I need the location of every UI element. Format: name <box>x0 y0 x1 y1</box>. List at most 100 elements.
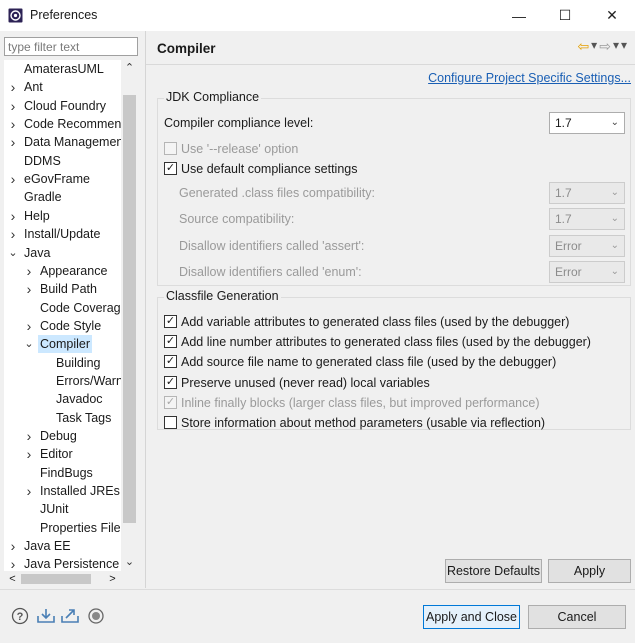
tree-item[interactable]: › Java EE <box>4 537 121 555</box>
collapsed-arrow-icon[interactable]: › <box>24 482 34 500</box>
export-icon[interactable] <box>60 606 80 626</box>
hscrollbar-thumb[interactable] <box>21 574 91 584</box>
tree-item[interactable]: › Editor <box>4 445 121 463</box>
compliance-level-label: Compiler compliance level: <box>164 116 314 130</box>
chevron-down-icon: ⌄ <box>610 187 619 198</box>
page-header: Compiler ⇦ ▾ ⇨ ▾ ▾ <box>146 31 635 65</box>
minimize-button[interactable]: — <box>496 0 542 31</box>
scroll-left-icon[interactable]: < <box>4 571 21 587</box>
collapsed-arrow-icon[interactable]: › <box>8 97 18 115</box>
tree-item[interactable]: › Installed JREs <box>4 482 121 500</box>
tree-item[interactable]: FindBugs <box>4 464 121 482</box>
tree-item[interactable]: ⌄ Compiler <box>4 335 121 354</box>
generated-compat-select[interactable]: 1.7 ⌄ <box>549 182 625 204</box>
source-compat-select[interactable]: 1.7 ⌄ <box>549 208 625 230</box>
scroll-up-icon[interactable]: ⌃ <box>121 60 138 77</box>
checkbox-box: ✓ <box>164 315 177 328</box>
tree-item[interactable]: › Debug <box>4 427 121 445</box>
collapsed-arrow-icon[interactable]: › <box>24 427 34 445</box>
collapsed-arrow-icon[interactable]: › <box>8 555 18 571</box>
source-compat-label: Source compatibility: <box>179 212 295 226</box>
back-dropdown-icon[interactable]: ▾ <box>591 38 597 55</box>
tree-item-label: Debug <box>40 429 77 443</box>
forward-dropdown-icon[interactable]: ▾ <box>613 38 619 55</box>
collapsed-arrow-icon[interactable]: › <box>8 537 18 555</box>
configure-project-settings-link[interactable]: Configure Project Specific Settings... <box>428 71 631 85</box>
tree-item[interactable]: Errors/Warnings <box>4 372 121 390</box>
record-icon[interactable] <box>86 606 106 626</box>
collapsed-arrow-icon[interactable]: › <box>24 445 34 463</box>
apply-button[interactable]: Apply <box>548 559 631 583</box>
svg-text:?: ? <box>17 611 24 623</box>
chevron-down-icon: ⌄ <box>610 266 619 277</box>
tree-item[interactable]: AmaterasUML <box>4 60 121 78</box>
tree-item[interactable]: › eGovFrame <box>4 170 121 188</box>
collapsed-arrow-icon[interactable]: › <box>8 133 18 151</box>
tree-vertical-scrollbar[interactable]: ⌃ ⌄ <box>121 60 138 571</box>
enum-identifier-select[interactable]: Error ⌄ <box>549 261 625 283</box>
tree-item[interactable]: Gradle <box>4 188 121 206</box>
restore-defaults-button[interactable]: Restore Defaults <box>445 559 542 583</box>
collapsed-arrow-icon[interactable]: › <box>24 262 34 280</box>
maximize-button[interactable]: ☐ <box>542 0 588 31</box>
group-title: Classfile Generation <box>164 289 281 303</box>
tree-item[interactable]: Properties Files Editor <box>4 519 121 537</box>
view-menu-icon[interactable]: ▾ <box>621 38 627 55</box>
tree-item[interactable]: › Java Persistence <box>4 555 121 571</box>
forward-arrow-icon[interactable]: ⇨ <box>599 38 611 55</box>
filter-input[interactable] <box>4 37 138 56</box>
expanded-arrow-icon[interactable]: ⌄ <box>24 335 34 353</box>
classfile-generation-group: Classfile Generation ✓ Add variable attri… <box>157 289 631 430</box>
tree-item[interactable]: › Code Style <box>4 317 121 335</box>
compliance-level-select[interactable]: 1.7 ⌄ <box>549 112 625 134</box>
tree-item[interactable]: › Help <box>4 207 121 225</box>
tree-item[interactable]: › Data Management <box>4 133 121 151</box>
collapsed-arrow-icon[interactable]: › <box>24 317 34 335</box>
tree-item-label: Code Coverage <box>40 300 121 315</box>
tree-item-label: Task Tags <box>56 410 112 425</box>
tree-horizontal-scrollbar[interactable]: < > <box>4 571 138 587</box>
expanded-arrow-icon[interactable]: ⌄ <box>8 244 18 262</box>
tree-item[interactable]: › Ant <box>4 78 121 96</box>
cancel-button[interactable]: Cancel <box>528 605 626 629</box>
collapsed-arrow-icon[interactable]: › <box>24 280 34 298</box>
close-button[interactable]: ✕ <box>589 0 635 31</box>
tree-item[interactable]: › Appearance <box>4 262 121 280</box>
help-icon[interactable]: ? <box>10 606 30 626</box>
collapsed-arrow-icon[interactable]: › <box>8 78 18 96</box>
tree-item[interactable]: Task Tags <box>4 409 121 427</box>
tree-item[interactable]: ⌄ Java <box>4 244 121 262</box>
import-icon[interactable] <box>36 606 56 626</box>
window-title: Preferences <box>30 8 98 22</box>
tree-item[interactable]: Javadoc <box>4 390 121 408</box>
apply-and-close-button[interactable]: Apply and Close <box>423 605 520 629</box>
dialog-footer: ? Apply and Close Cancel <box>0 589 635 643</box>
tree-item-label: Building <box>56 355 101 370</box>
scroll-down-icon[interactable]: ⌄ <box>121 554 138 571</box>
checkbox-box: ✓ <box>164 375 177 389</box>
tree-item[interactable]: JUnit <box>4 500 121 518</box>
tree-item[interactable]: › Build Path <box>4 280 121 298</box>
assert-identifier-select[interactable]: Error ⌄ <box>549 235 625 257</box>
tree-item[interactable]: › Cloud Foundry <box>4 97 121 115</box>
collapsed-arrow-icon[interactable]: › <box>8 170 18 188</box>
tree-item[interactable]: › Install/Update <box>4 225 121 243</box>
tree-item[interactable]: › Code Recommenders <box>4 115 121 133</box>
tree-item[interactable]: DDMS <box>4 152 121 170</box>
tree-item-label: Gradle <box>24 190 62 205</box>
scrollbar-thumb[interactable] <box>123 95 136 523</box>
checkbox-box: ✓ <box>164 335 177 349</box>
tree-item-label: AmaterasUML <box>24 62 104 76</box>
scroll-right-icon[interactable]: > <box>104 571 121 587</box>
back-arrow-icon[interactable]: ⇦ <box>577 38 589 55</box>
collapsed-arrow-icon[interactable]: › <box>8 207 18 225</box>
collapsed-arrow-icon[interactable]: › <box>8 225 18 243</box>
tree-item-label: Compiler <box>38 335 93 354</box>
tree-item[interactable]: Code Coverage <box>4 299 121 317</box>
collapsed-arrow-icon[interactable]: › <box>8 115 18 133</box>
tree-item[interactable]: Building <box>4 354 121 372</box>
generated-compat-label: Generated .class files compatibility: <box>179 186 375 200</box>
tree-item-label: Javadoc <box>56 392 103 407</box>
preferences-tree[interactable]: AmaterasUML › Ant › Cloud Foundry › Code Recom… <box>4 60 121 571</box>
tree-item-label: Code Style <box>40 318 102 333</box>
